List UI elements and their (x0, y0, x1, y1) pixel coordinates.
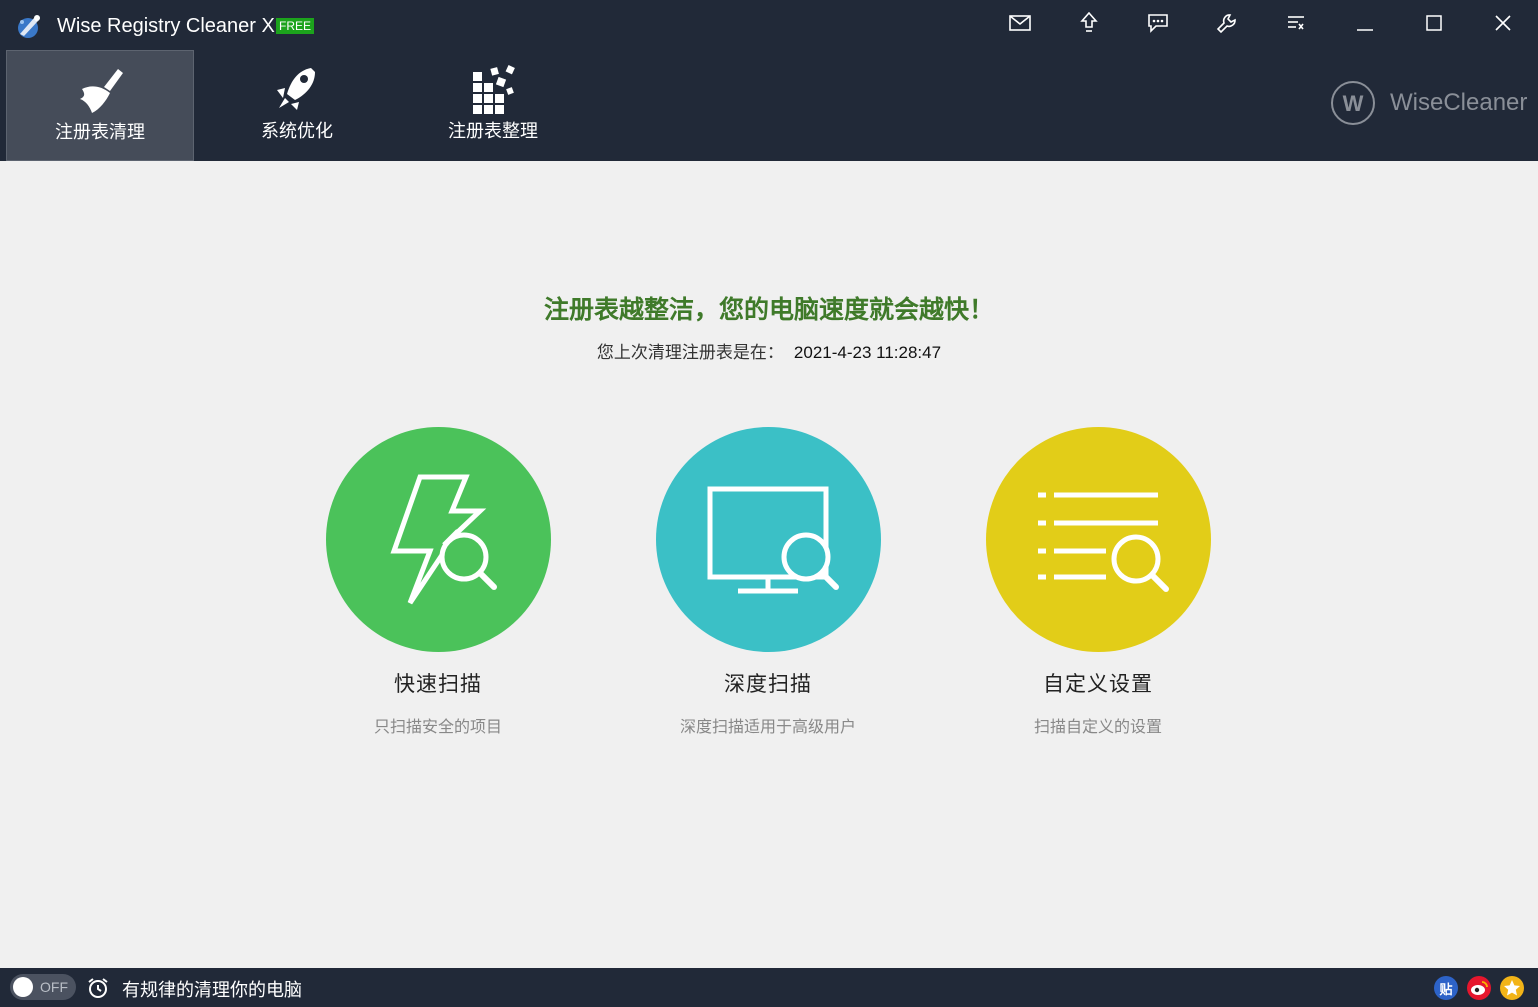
tab-system-optimize[interactable]: 系统优化 (203, 50, 391, 161)
brand-logo-letter: W (1343, 91, 1364, 116)
close-button[interactable] (1481, 6, 1525, 40)
toggle-state: OFF (40, 979, 68, 995)
tab-label: 注册表整理 (448, 121, 538, 142)
status-bar: OFF 有规律的清理你的电脑 贴 (0, 968, 1538, 1007)
custom-scan-title: 自定义设置 (1043, 672, 1153, 696)
feedback-icon (1148, 14, 1168, 33)
title-bar: Wise Registry Cleaner X FREE (0, 0, 1538, 50)
last-clean-label: 您上次清理注册表是在： (596, 343, 784, 363)
fast-scan-icon (390, 474, 497, 605)
deep-scan-desc: 深度扫描适用于高级用户 (679, 717, 856, 736)
app-window: Wise Registry Cleaner X FREE 注册表清理 系统优化 … (0, 0, 1538, 1007)
quick-scan-card: 快速扫描 只扫描安全的项目 (288, 427, 588, 747)
schedule-toggle[interactable]: OFF (10, 974, 76, 1000)
last-clean-value: 2021-4-23 11:28:47 (793, 343, 942, 362)
quick-scan-button[interactable] (326, 427, 551, 652)
custom-scan-button[interactable] (986, 427, 1211, 652)
schedule-text: 有规律的清理你的电脑 (122, 980, 302, 1001)
wisecleaner-logo-icon: W (1331, 81, 1375, 125)
menu-button[interactable] (1274, 6, 1318, 40)
favorite-icon (1504, 980, 1520, 996)
favorite-button[interactable] (1500, 976, 1524, 1000)
settings-button[interactable] (1205, 6, 1249, 40)
last-clean-info: 您上次清理注册表是在： 2021-4-23 11:28:47 (0, 338, 1538, 363)
feedback-button[interactable] (1136, 6, 1180, 40)
mail-icon (1009, 15, 1031, 31)
weibo-icon (1471, 981, 1488, 995)
broom-icon (80, 69, 123, 113)
deep-scan-icon (707, 486, 839, 594)
deep-scan-title: 深度扫描 (724, 672, 812, 696)
tab-label: 注册表清理 (55, 122, 145, 143)
alarm-clock-icon (88, 978, 108, 998)
toggle-knob (13, 977, 33, 997)
tieba-button[interactable]: 贴 (1434, 976, 1458, 1000)
custom-scan-icon (1038, 492, 1169, 592)
tab-registry-cleaner[interactable]: 注册表清理 (6, 50, 194, 161)
upgrade-icon (1080, 12, 1098, 32)
app-logo-icon (18, 15, 40, 38)
deep-scan-button[interactable] (656, 427, 881, 652)
tab-label: 系统优化 (261, 121, 333, 142)
brand-name: WiseCleaner (1390, 89, 1528, 116)
quick-scan-desc: 只扫描安全的项目 (373, 717, 502, 736)
mail-button[interactable] (998, 6, 1042, 40)
custom-scan-desc: 扫描自定义的设置 (1033, 717, 1162, 736)
minimize-icon (1357, 29, 1373, 31)
minimize-button[interactable] (1343, 6, 1387, 40)
quick-scan-title: 快速扫描 (394, 672, 482, 696)
weibo-button[interactable] (1467, 976, 1491, 1000)
app-title: Wise Registry Cleaner X (57, 15, 275, 37)
upgrade-button[interactable] (1067, 6, 1111, 40)
tieba-icon: 贴 (1439, 982, 1453, 998)
settings-icon (1216, 14, 1236, 34)
headline: 注册表越整洁，您的电脑速度就会越快！ (543, 295, 994, 324)
header: Wise Registry Cleaner X FREE 注册表清理 系统优化 … (0, 0, 1538, 161)
menu-icon (1288, 16, 1304, 30)
tab-registry-defrag[interactable]: 注册表整理 (399, 50, 587, 161)
custom-scan-card: 自定义设置 扫描自定义的设置 (948, 427, 1248, 747)
wisecleaner-brand[interactable]: W WiseCleaner (1330, 80, 1530, 126)
deep-scan-card: 深度扫描 深度扫描适用于高级用户 (618, 427, 918, 747)
maximize-button[interactable] (1412, 6, 1456, 40)
maximize-icon (1426, 15, 1442, 31)
close-icon (1495, 15, 1511, 31)
rocket-icon (277, 68, 315, 110)
edition-badge: FREE (276, 18, 315, 34)
defrag-icon (473, 65, 515, 114)
